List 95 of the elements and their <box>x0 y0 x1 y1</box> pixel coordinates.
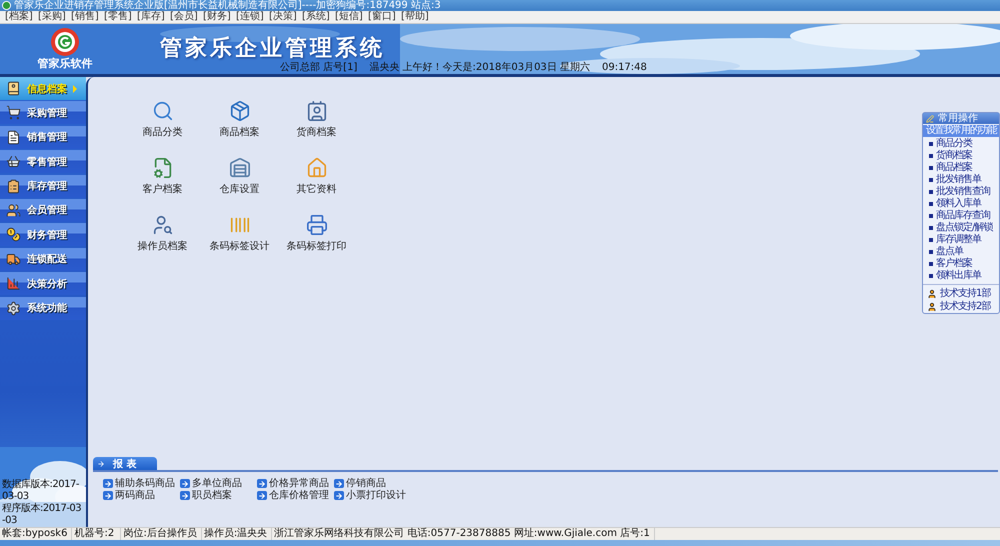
module-shortcut[interactable]: 其它资料 <box>278 157 355 214</box>
module-shortcut[interactable]: 商品档案 <box>201 100 278 157</box>
sidebar-item[interactable]: 财务管理 <box>0 223 86 246</box>
menu-item[interactable]: [档案] <box>5 11 34 23</box>
address-book-icon <box>6 81 21 96</box>
reports-tab[interactable]: 报 表 <box>93 457 157 470</box>
quick-link[interactable]: 领料出库单 <box>923 270 999 282</box>
bullet-icon <box>929 154 933 158</box>
bar-chart-icon <box>6 276 21 292</box>
package-icon <box>228 100 250 122</box>
quick-link[interactable]: 盘点锁定/解锁 <box>923 222 999 234</box>
sidebar-item[interactable]: 系统功能 <box>0 296 86 320</box>
system-title: 管家乐企业管理系统 <box>160 36 386 62</box>
support-link[interactable]: 技术支持1部 <box>923 287 999 300</box>
report-link[interactable]: 停销商品 <box>334 478 411 489</box>
menu-item[interactable]: [帮助] <box>401 11 430 23</box>
report-link[interactable]: 辅助条码商品 <box>103 478 180 489</box>
quick-link[interactable]: 库存调整单 <box>923 234 999 246</box>
report-link[interactable]: 多单位商品 <box>180 478 257 489</box>
bullet-icon <box>929 262 933 266</box>
settings-icon <box>6 300 21 316</box>
users-icon <box>6 202 21 218</box>
bullet-icon <box>929 142 933 146</box>
quick-link[interactable]: 商品库存查询 <box>923 210 999 222</box>
coins-icon <box>6 227 21 242</box>
panel-title: 常用操作 <box>938 113 978 124</box>
user-search-icon <box>152 214 174 236</box>
module-shortcut[interactable]: 货商档案 <box>278 100 355 157</box>
sidebar-item[interactable]: 采购管理 <box>0 101 86 124</box>
house-icon <box>306 157 328 179</box>
menu-item[interactable]: [连锁] <box>236 11 265 23</box>
bullet-icon <box>929 166 933 170</box>
warehouse-icon <box>228 157 250 179</box>
bullet-icon <box>929 238 933 242</box>
module-shortcut[interactable]: 操作员档案 <box>124 214 201 271</box>
version-text: 程序版本:2017-03-03 <box>1 503 82 527</box>
report-link[interactable]: 职员档案 <box>180 490 257 501</box>
pen-icon <box>926 114 934 122</box>
quick-link[interactable]: 批发销售单 <box>923 174 999 186</box>
document-gear-icon <box>152 157 174 179</box>
quick-link[interactable]: 商品档案 <box>923 162 999 174</box>
module-shortcut[interactable]: 仓库设置 <box>201 157 278 214</box>
quick-link[interactable]: 批发销售查询 <box>923 186 999 198</box>
bullet-icon <box>929 226 933 230</box>
bullet-icon <box>929 214 933 218</box>
module-shortcut[interactable]: 条码标签设计 <box>201 214 278 271</box>
brand-name: 管家乐软件 <box>38 57 92 70</box>
person-icon <box>927 288 937 298</box>
menu-item[interactable]: [决策] <box>269 11 298 23</box>
menu-item[interactable]: [零售] <box>104 11 133 23</box>
quick-link[interactable]: 客户档案 <box>923 258 999 270</box>
greeting-text: 温央央 上午好！今天是:2018年03月03日 星期六 <box>369 62 590 74</box>
document-icon <box>6 130 21 145</box>
clock-time: 09:17:48 <box>602 62 647 74</box>
module-shortcut[interactable]: 客户档案 <box>124 157 201 214</box>
printer-icon <box>306 214 328 236</box>
truck-icon <box>6 252 21 267</box>
store-info: 公司总部 店号[1] <box>280 62 358 74</box>
bullet-icon <box>929 202 933 206</box>
report-link[interactable]: 小票打印设计 <box>334 490 411 501</box>
report-link[interactable]: 仓库价格管理 <box>257 490 334 501</box>
module-shortcut[interactable]: 条码标签打印 <box>278 214 355 271</box>
person-icon <box>927 302 937 312</box>
quick-link[interactable]: 盘点单 <box>923 246 999 258</box>
sidebar-item[interactable]: 零售管理 <box>0 150 86 174</box>
menu-item[interactable]: [销售] <box>71 11 100 23</box>
basket-icon <box>6 154 21 170</box>
bullet-icon <box>929 250 933 254</box>
clipboard-icon <box>6 178 21 194</box>
contact-card-icon <box>306 100 328 122</box>
menu-item[interactable]: [系统] <box>302 11 331 23</box>
bullet-icon <box>929 190 933 194</box>
arrow-icon <box>97 460 105 468</box>
bullet-icon <box>929 178 933 182</box>
module-shortcut[interactable]: 商品分类 <box>124 100 201 157</box>
menu-item[interactable]: [窗口] <box>368 11 397 23</box>
menu-item[interactable]: [采购] <box>38 11 67 23</box>
menu-item[interactable]: [会员] <box>170 11 199 23</box>
report-link[interactable]: 两码商品 <box>103 490 180 501</box>
search-icon <box>152 100 174 122</box>
menu-item[interactable]: [财务] <box>203 11 232 23</box>
sidebar-item[interactable]: 决策分析 <box>0 272 86 296</box>
cart-icon <box>6 105 21 120</box>
sidebar-item[interactable]: 连锁配送 <box>0 248 86 271</box>
quick-link[interactable]: 货商档案 <box>923 150 999 162</box>
report-link[interactable]: 价格异常商品 <box>257 478 334 489</box>
caret-icon <box>73 84 77 92</box>
quick-link[interactable]: 商品分类 <box>923 138 999 150</box>
app-logo-icon <box>2 1 11 10</box>
logo-icon <box>49 27 81 57</box>
bullet-icon <box>929 274 933 278</box>
support-link[interactable]: 技术支持2部 <box>923 300 999 313</box>
menu-item[interactable]: [短信] <box>335 11 364 23</box>
quick-link[interactable]: 领料入库单 <box>923 198 999 210</box>
menu-item[interactable]: [库存] <box>137 11 166 23</box>
